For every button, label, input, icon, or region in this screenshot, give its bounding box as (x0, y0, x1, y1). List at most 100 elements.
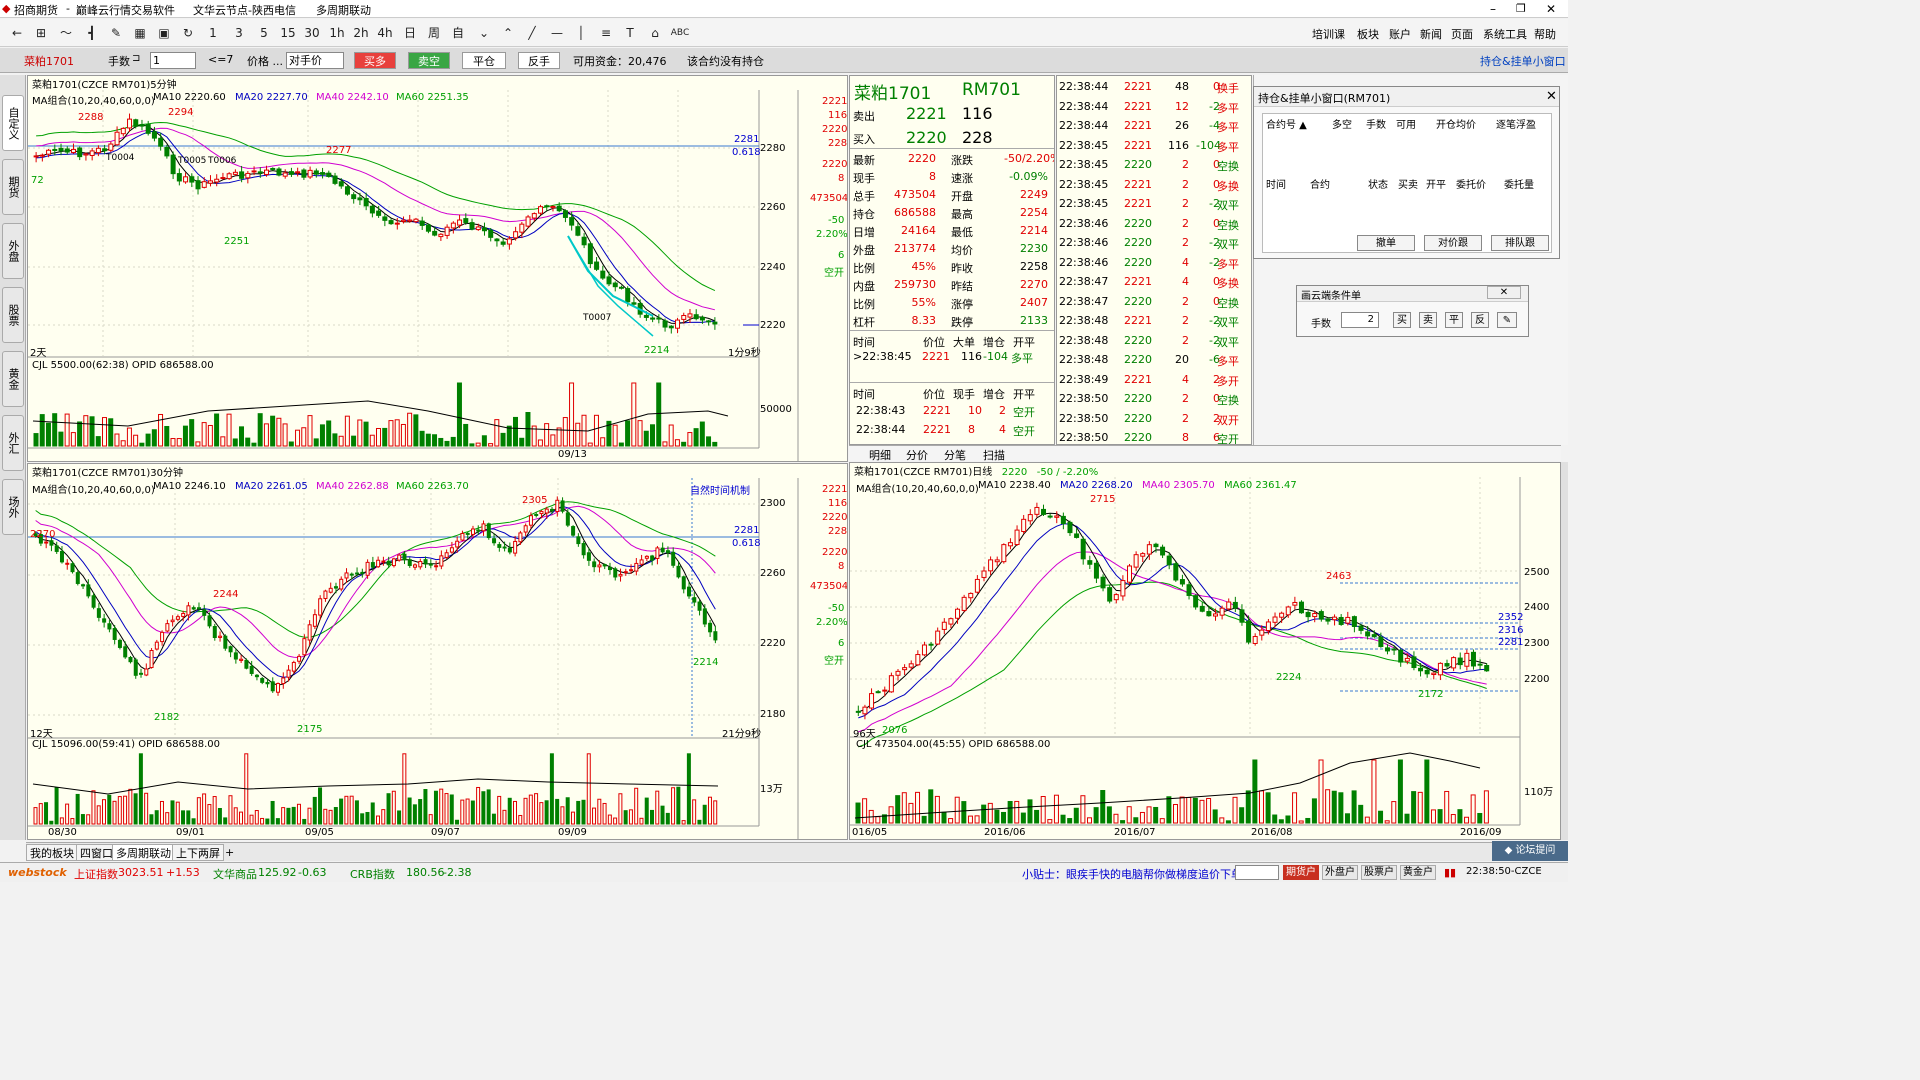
refresh-icon[interactable]: ↻ (179, 24, 197, 42)
tab-otc[interactable]: 场外 (2, 479, 24, 535)
period-30min[interactable]: 30 (303, 24, 321, 42)
tick-row[interactable]: 22:38:46 2220 2 0 空换 (1057, 214, 1251, 234)
stock-account-button[interactable]: 股票户 (1361, 865, 1397, 880)
tick-row[interactable]: 22:38:45 2220 2 0 空换 (1057, 155, 1251, 175)
order-icon[interactable]: ✎ (107, 24, 125, 42)
follow-queue-button[interactable]: 排队跟 (1491, 235, 1549, 251)
condition-qty-input[interactable]: 2 (1341, 312, 1379, 328)
close-position-button[interactable]: 平仓 (462, 52, 506, 69)
draw-line-icon[interactable]: ╱ (523, 24, 541, 42)
period-1h[interactable]: 1h (328, 24, 346, 42)
menu-tools[interactable]: 系统工具 (1483, 26, 1527, 42)
bid-price[interactable]: 2220 (906, 128, 947, 147)
custom-period-icon[interactable]: 自 (449, 24, 467, 42)
zoom-out-icon[interactable]: ⌄ (475, 24, 493, 42)
add-tab-icon[interactable]: + (222, 844, 237, 861)
abc-icon[interactable]: ABC (670, 24, 690, 42)
index-name[interactable]: CRB指数 (350, 866, 395, 882)
cancel-order-button[interactable]: 撤单 (1357, 235, 1415, 251)
chart-30min-canvas[interactable] (28, 464, 848, 840)
col-header[interactable]: 可用 (1396, 116, 1416, 131)
tick-row[interactable]: 22:38:50 2220 8 6 空开 (1057, 428, 1251, 444)
tick-row[interactable]: 22:38:48 2220 2 -2 双平 (1057, 331, 1251, 351)
tab-gold[interactable]: 黄金 (2, 351, 24, 407)
tick-row[interactable]: 22:38:45 2221 116 -104 多平 (1057, 136, 1251, 156)
position-window-link[interactable]: 持仓&挂单小窗口 (1480, 53, 1566, 69)
forum-button[interactable]: ◆ 论坛提问 (1492, 841, 1568, 861)
tab-four-window[interactable]: 四窗口 (76, 844, 117, 861)
tick-row[interactable]: 22:38:46 2220 2 -2 双平 (1057, 233, 1251, 253)
close-icon[interactable]: ✕ (1546, 2, 1556, 16)
tab-foreign[interactable]: 外盘 (2, 223, 24, 279)
hline-icon[interactable]: — (548, 24, 566, 42)
tick-row[interactable]: 22:38:45 2221 2 0 多换 (1057, 175, 1251, 195)
tick-row[interactable]: 22:38:48 2220 20 -6 多平 (1057, 350, 1251, 370)
reverse-button[interactable]: 反手 (518, 52, 560, 69)
tip-text[interactable]: 小贴士：眼疾手快的电脑帮你做梯度追价下单 (1022, 866, 1242, 882)
index-name[interactable]: 文华商品 (213, 866, 257, 882)
menu-help[interactable]: 帮助 (1534, 26, 1556, 42)
close-icon[interactable]: ✕ (1546, 89, 1557, 104)
col-header[interactable]: 委托量 (1504, 176, 1534, 191)
gold-account-button[interactable]: 黄金户 (1400, 865, 1436, 880)
save-icon[interactable]: ▣ (155, 24, 173, 42)
report-icon[interactable]: ▦ (131, 24, 149, 42)
menu-page[interactable]: 页面 (1451, 26, 1473, 42)
menu-news[interactable]: 新闻 (1420, 26, 1442, 42)
chart-30min-panel[interactable]: 菜粕1701(CZCE RM701)30分钟 MA组合(10,20,40,60,… (27, 463, 848, 840)
tick-row[interactable]: 22:38:48 2221 2 -2 双平 (1057, 311, 1251, 331)
col-header[interactable]: 手数 (1366, 116, 1386, 131)
period-15min[interactable]: 15 (279, 24, 297, 42)
col-header[interactable]: 开平 (1426, 176, 1446, 191)
cond-sell-button[interactable]: 卖 (1419, 312, 1437, 328)
sell-short-button[interactable]: 卖空 (408, 52, 450, 69)
col-header[interactable]: 合约 (1310, 176, 1330, 191)
back-icon[interactable]: ← (8, 24, 26, 42)
futures-account-button[interactable]: 期货户 (1283, 865, 1319, 880)
tick-row[interactable]: 22:38:44 2221 12 -2 多平 (1057, 97, 1251, 117)
col-header[interactable]: 开仓均价 (1436, 116, 1476, 131)
tab-custom[interactable]: 自定义 (2, 95, 24, 151)
tick-row[interactable]: 22:38:45 2221 2 -2 双平 (1057, 194, 1251, 214)
tab-my-sector[interactable]: 我的板块 (26, 844, 78, 861)
price-label[interactable]: 价格 ... (247, 53, 283, 69)
pen-icon[interactable]: ✎ (1497, 312, 1517, 328)
tab-forex[interactable]: 外汇 (2, 415, 24, 471)
chart-daily-panel[interactable]: 菜粕1701(CZCE RM701)日线 2220 -50 / -2.20% M… (849, 462, 1561, 840)
tick-row[interactable]: 22:38:50 2220 2 0 空换 (1057, 389, 1251, 409)
tick-row[interactable]: 22:38:44 2221 26 -4 多平 (1057, 116, 1251, 136)
tick-row[interactable]: 22:38:47 2220 2 0 空换 (1057, 292, 1251, 312)
qty-lock-icon[interactable]: ⊐ (132, 53, 140, 64)
restore-icon[interactable]: ❐ (1516, 2, 1526, 15)
tab-detail[interactable]: 明细 (869, 447, 891, 463)
tick-row[interactable]: 22:38:44 2221 48 0 换手 (1057, 77, 1251, 97)
tick-row[interactable]: 22:38:47 2221 4 0 多换 (1057, 272, 1251, 292)
position-window[interactable]: 持仓&挂单小窗口(RM701) ✕ 合约号 ▲ 多空 手数 可用 开仓均价 逐笔… (1253, 86, 1560, 259)
tab-price-dist[interactable]: 分价 (906, 447, 928, 463)
price-mode-select[interactable]: 对手价 (286, 52, 344, 69)
period-5min[interactable]: 5 (255, 24, 273, 42)
chart-daily-canvas[interactable] (850, 463, 1561, 840)
col-header[interactable]: 委托价 (1456, 176, 1486, 191)
condition-order-window[interactable]: 画云端条件单 ✕ 手数 2 买 卖 平 反 ✎ (1296, 285, 1529, 337)
cond-buy-button[interactable]: 买 (1393, 312, 1411, 328)
col-header[interactable]: 状态 (1368, 176, 1388, 191)
chart-5min-panel[interactable]: 菜粕1701(CZCE RM701)5分钟 MA组合(10,20,40,60,0… (27, 75, 848, 462)
col-header[interactable]: 逐笔浮盈 (1496, 116, 1536, 131)
tab-stocks[interactable]: 股票 (2, 287, 24, 343)
chart-5min-canvas[interactable] (28, 76, 848, 462)
index-name[interactable]: 上证指数 (74, 866, 118, 882)
period-3min[interactable]: 3 (230, 24, 248, 42)
line-chart-icon[interactable]: 〜 (57, 24, 75, 42)
tick-list-panel[interactable]: 22:38:44 2221 48 0 换手 22:38:44 2221 12 -2 多平 22:38… (1056, 75, 1252, 445)
close-icon[interactable]: ✕ (1487, 286, 1521, 299)
kline-icon[interactable]: ┫ (83, 24, 101, 42)
tab-split-screen[interactable]: 上下两屏 (172, 844, 224, 861)
col-header[interactable]: 合约号 ▲ (1266, 116, 1307, 131)
fib-icon[interactable]: ≡ (597, 24, 615, 42)
add-window-icon[interactable]: ⊞ (32, 24, 50, 42)
tick-row[interactable]: 22:38:50 2220 2 2 双开 (1057, 409, 1251, 429)
cond-close-button[interactable]: 平 (1445, 312, 1463, 328)
cond-reverse-button[interactable]: 反 (1471, 312, 1489, 328)
period-2h[interactable]: 2h (352, 24, 370, 42)
